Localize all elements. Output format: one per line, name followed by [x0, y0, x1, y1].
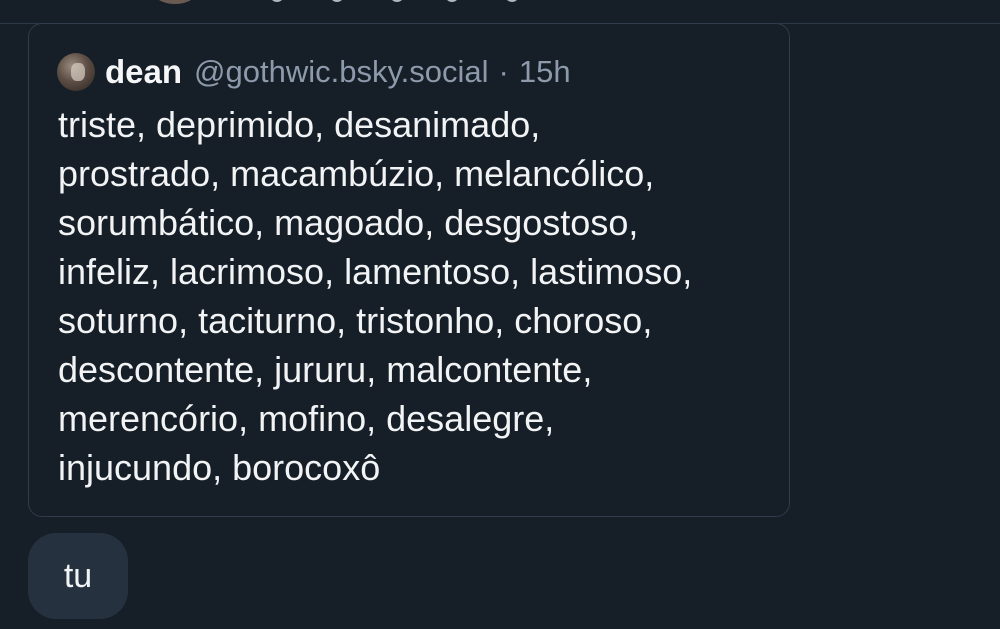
- quote-line: merencório, mofino, desalegre,: [58, 398, 555, 439]
- separator-dot: ·: [498, 54, 509, 89]
- quote-line: soturno, taciturno, tristonho, choroso,: [58, 300, 653, 341]
- quote-line: triste, deprimido, desanimado,: [58, 104, 541, 145]
- quote-line: infeliz, lacrimoso, lamentoso, lastimoso…: [58, 251, 693, 292]
- post-timestamp: 15h: [518, 54, 571, 89]
- previous-message-strip: [0, 0, 1000, 24]
- quote-line: injucundo, borocoxô: [58, 447, 381, 488]
- quoted-post-header: dean @gothwic.bsky.social · 15h: [57, 50, 571, 94]
- quote-line: descontente, jururu, malcontente,: [58, 349, 593, 390]
- author-avatar[interactable]: [57, 53, 95, 91]
- quote-line: sorumbático, magoado, desgostoso,: [58, 202, 639, 243]
- previous-avatar: [150, 0, 200, 4]
- message-text: tu: [63, 556, 93, 595]
- chat-view: dean @gothwic.bsky.social · 15h triste, …: [0, 0, 1000, 629]
- previous-text-fragment: [270, 0, 530, 4]
- quoted-post-text: triste, deprimido, desanimado, prostrado…: [58, 100, 778, 492]
- author-handle[interactable]: @gothwic.bsky.social: [194, 54, 489, 90]
- author-name[interactable]: dean: [105, 53, 182, 91]
- message-bubble[interactable]: tu: [28, 533, 128, 619]
- quote-line: prostrado, macambúzio, melancólico,: [58, 153, 655, 194]
